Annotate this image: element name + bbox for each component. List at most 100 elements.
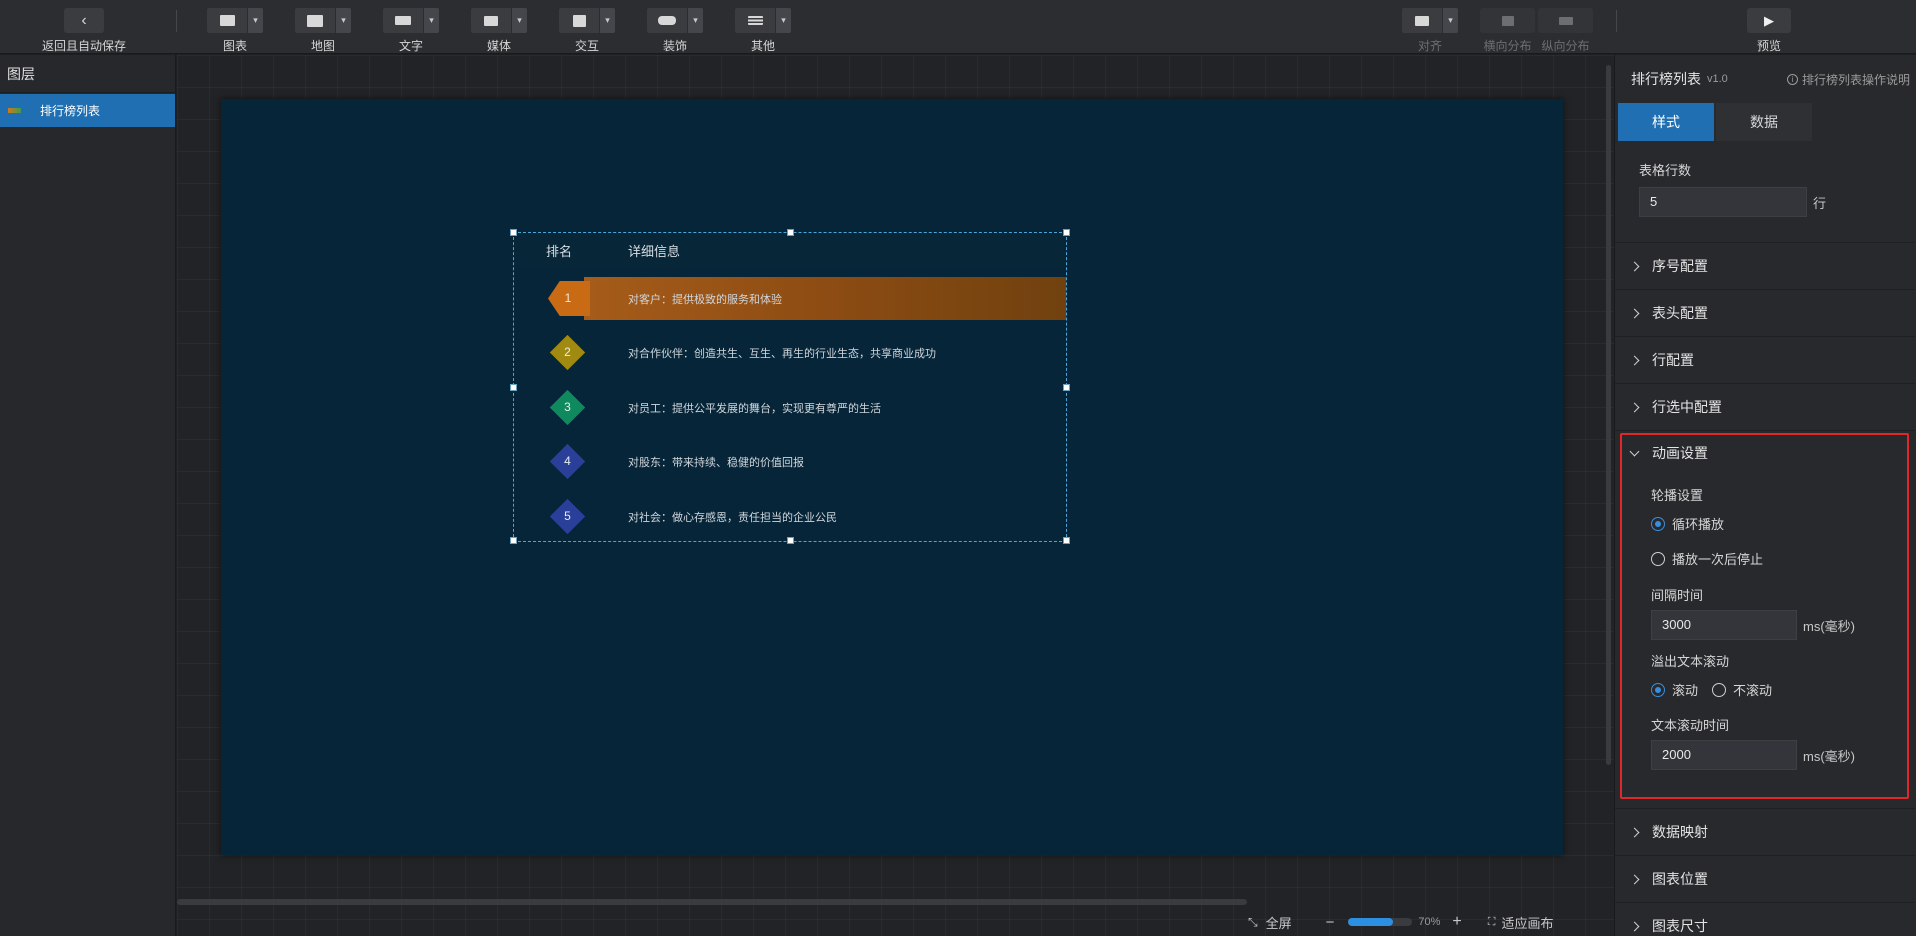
ranking-list-widget[interactable]: 排名 详细信息 1 对客户：提供极致的服务和体验 2 对合作伙伴：创造共生、互生…: [510, 229, 1070, 544]
align-button[interactable]: ▾ 对齐: [1402, 8, 1458, 54]
media-menu-button[interactable]: ▾ 媒体: [471, 8, 527, 54]
zoom-slider[interactable]: [1348, 918, 1413, 926]
text-menu-button[interactable]: ▾ 文字: [383, 8, 439, 54]
help-link[interactable]: i 排行榜列表操作说明: [1786, 71, 1910, 88]
tab-style[interactable]: 样式: [1618, 103, 1714, 141]
interaction-menu-button[interactable]: ▾ 交互: [559, 8, 615, 54]
horizontal-distribute-button[interactable]: 横向分布: [1480, 8, 1535, 54]
layer-item-label: 排行榜列表: [40, 104, 101, 118]
zoom-in-button[interactable]: +: [1452, 913, 1461, 931]
chevron-right-icon: [1629, 402, 1640, 412]
section-data-mapping[interactable]: 数据映射: [1615, 809, 1915, 856]
radio-icon: [1712, 682, 1727, 697]
rows-config: 表格行数 5 行: [1615, 149, 1915, 243]
rank-badge: 3: [550, 390, 585, 425]
editor-app: ‹ 返回且自动保存 ▾ 图表 ▾ 地图 ▾ 文字 ▾ 媒体 ▾ 交互 ▾ 装饰: [0, 0, 1916, 936]
vertical-scrollbar[interactable]: [1606, 65, 1611, 765]
chevron-right-icon: [1629, 827, 1640, 837]
chevron-right-icon: [1629, 261, 1640, 271]
table-row[interactable]: 5 对社会：做心存感恩，责任担当的企业公民: [514, 495, 1066, 538]
top-toolbar: ‹ 返回且自动保存 ▾ 图表 ▾ 地图 ▾ 文字 ▾ 媒体 ▾ 交互 ▾ 装饰: [0, 0, 1916, 54]
align-left-icon: [1402, 8, 1442, 33]
vertical-distribute-button[interactable]: 纵向分布: [1538, 8, 1593, 54]
rank-cell: 2: [514, 331, 628, 374]
radio-icon: [1651, 551, 1665, 566]
animation-section: 动画设置 轮播设置 循环播放 播放一次后停止 间隔时间 3000 ms(毫秒) …: [1615, 431, 1915, 809]
distribute-horizontal-icon: [1480, 8, 1535, 33]
resize-handle[interactable]: [787, 537, 794, 544]
rank-badge: 4: [550, 444, 585, 479]
chevron-down-icon[interactable]: ▾: [600, 8, 615, 33]
chevron-right-icon: [1629, 874, 1640, 884]
chevron-down-icon[interactable]: ▾: [688, 8, 703, 33]
chevron-down-icon[interactable]: ▾: [512, 8, 527, 33]
zoom-out-button[interactable]: −: [1326, 914, 1335, 931]
resize-handle[interactable]: [510, 229, 517, 236]
info-icon: i: [1786, 73, 1798, 85]
rank-badge: 5: [550, 499, 585, 534]
list-icon: [735, 8, 775, 33]
section-chart-position[interactable]: 图表位置: [1615, 856, 1915, 903]
media-icon: [471, 8, 511, 33]
chevron-down-icon[interactable]: ▾: [248, 8, 263, 33]
table-row[interactable]: 3 对员工：提供公平发展的舞台，实现更有尊严的生活: [514, 386, 1066, 429]
rows-input[interactable]: 5: [1639, 187, 1807, 217]
table-row[interactable]: 1 对客户：提供极致的服务和体验: [548, 277, 1066, 320]
chevron-down-icon[interactable]: ▾: [336, 8, 351, 33]
radio-selected-icon: [1651, 516, 1665, 531]
rank-cell: 5: [514, 495, 628, 538]
preview-button[interactable]: ▶ 预览: [1747, 8, 1791, 54]
table-row[interactable]: 2 对合作伙伴：创造共生、互生、再生的行业生态，共享商业成功: [514, 331, 1066, 374]
fullscreen-button[interactable]: 全屏: [1266, 913, 1292, 932]
resize-handle[interactable]: [1063, 537, 1070, 544]
table-row[interactable]: 4 对股东：带来持续、稳健的价值回报: [514, 440, 1066, 483]
header-detail: 详细信息: [628, 244, 681, 259]
resize-handle[interactable]: [787, 229, 794, 236]
toolbar-divider: [176, 10, 177, 32]
resize-handle[interactable]: [510, 537, 517, 544]
chevron-right-icon: [1629, 308, 1640, 318]
layer-panel: 图层 排行榜列表: [0, 55, 176, 936]
decoration-menu-button[interactable]: ▾ 装饰: [647, 8, 703, 54]
panel-header: 排行榜列表 v1.0 i 排行榜列表操作说明: [1615, 55, 1916, 103]
radio-selected-icon: [1651, 682, 1665, 697]
chart-menu-button[interactable]: ▾ 图表: [207, 8, 263, 54]
section-header-config[interactable]: 表头配置: [1615, 290, 1915, 337]
section-index-config[interactable]: 序号配置: [1615, 243, 1915, 290]
panel-body: 表格行数 5 行 序号配置 表头配置 行配置 行选中配置 动画设置 轮播设置 循…: [1615, 149, 1915, 936]
chevron-right-icon: [1629, 355, 1640, 365]
layer-item-ranking-list[interactable]: 排行榜列表: [0, 94, 175, 127]
rank-badge: 1: [548, 281, 590, 316]
resize-handle[interactable]: [1063, 384, 1070, 391]
section-row-config[interactable]: 行配置: [1615, 337, 1915, 384]
screen-stage[interactable]: 排名 详细信息 1 对客户：提供极致的服务和体验 2 对合作伙伴：创造共生、互生…: [221, 99, 1563, 855]
chevron-down-icon[interactable]: ▾: [1443, 8, 1458, 33]
chevron-down-icon[interactable]: ▾: [776, 8, 791, 33]
rows-unit: 行: [1813, 195, 1827, 211]
zoom-value: 70%: [1418, 916, 1441, 928]
resize-handle[interactable]: [510, 384, 517, 391]
header-rank: 排名: [545, 244, 572, 259]
canvas-bottom-bar: ⤡ 全屏 − 70% + ⛶ 适应画布: [1248, 910, 1553, 934]
rank-cell: 4: [514, 440, 628, 483]
resize-handle[interactable]: [1063, 229, 1070, 236]
section-chart-size[interactable]: 图表尺寸: [1615, 903, 1915, 936]
map-menu-button[interactable]: ▾ 地图: [295, 8, 351, 54]
section-row-selected-config[interactable]: 行选中配置: [1615, 384, 1915, 431]
zoom-slider-fill: [1348, 918, 1394, 926]
decoration-icon: [647, 8, 687, 33]
help-link-label: 排行榜列表操作说明: [1801, 72, 1910, 87]
fit-canvas-icon[interactable]: ⛶: [1488, 916, 1496, 929]
fit-canvas-button[interactable]: 适应画布: [1501, 913, 1553, 932]
other-menu-button[interactable]: ▾ 其他: [735, 8, 791, 54]
horizontal-scrollbar[interactable]: [177, 899, 1247, 905]
tab-data[interactable]: 数据: [1716, 103, 1812, 141]
rank-cell: 1: [514, 277, 628, 320]
fullscreen-icon[interactable]: ⤡: [1248, 915, 1258, 930]
row-text: 对社会：做心存感恩，责任担当的企业公民: [628, 511, 837, 524]
canvas-area[interactable]: 排名 详细信息 1 对客户：提供极致的服务和体验 2 对合作伙伴：创造共生、互生…: [177, 55, 1614, 936]
chevron-left-icon: ‹: [64, 8, 104, 33]
back-save-button[interactable]: ‹ 返回且自动保存: [42, 8, 126, 54]
chevron-down-icon[interactable]: ▾: [424, 8, 439, 33]
table-header: 排名 详细信息: [514, 233, 1066, 268]
